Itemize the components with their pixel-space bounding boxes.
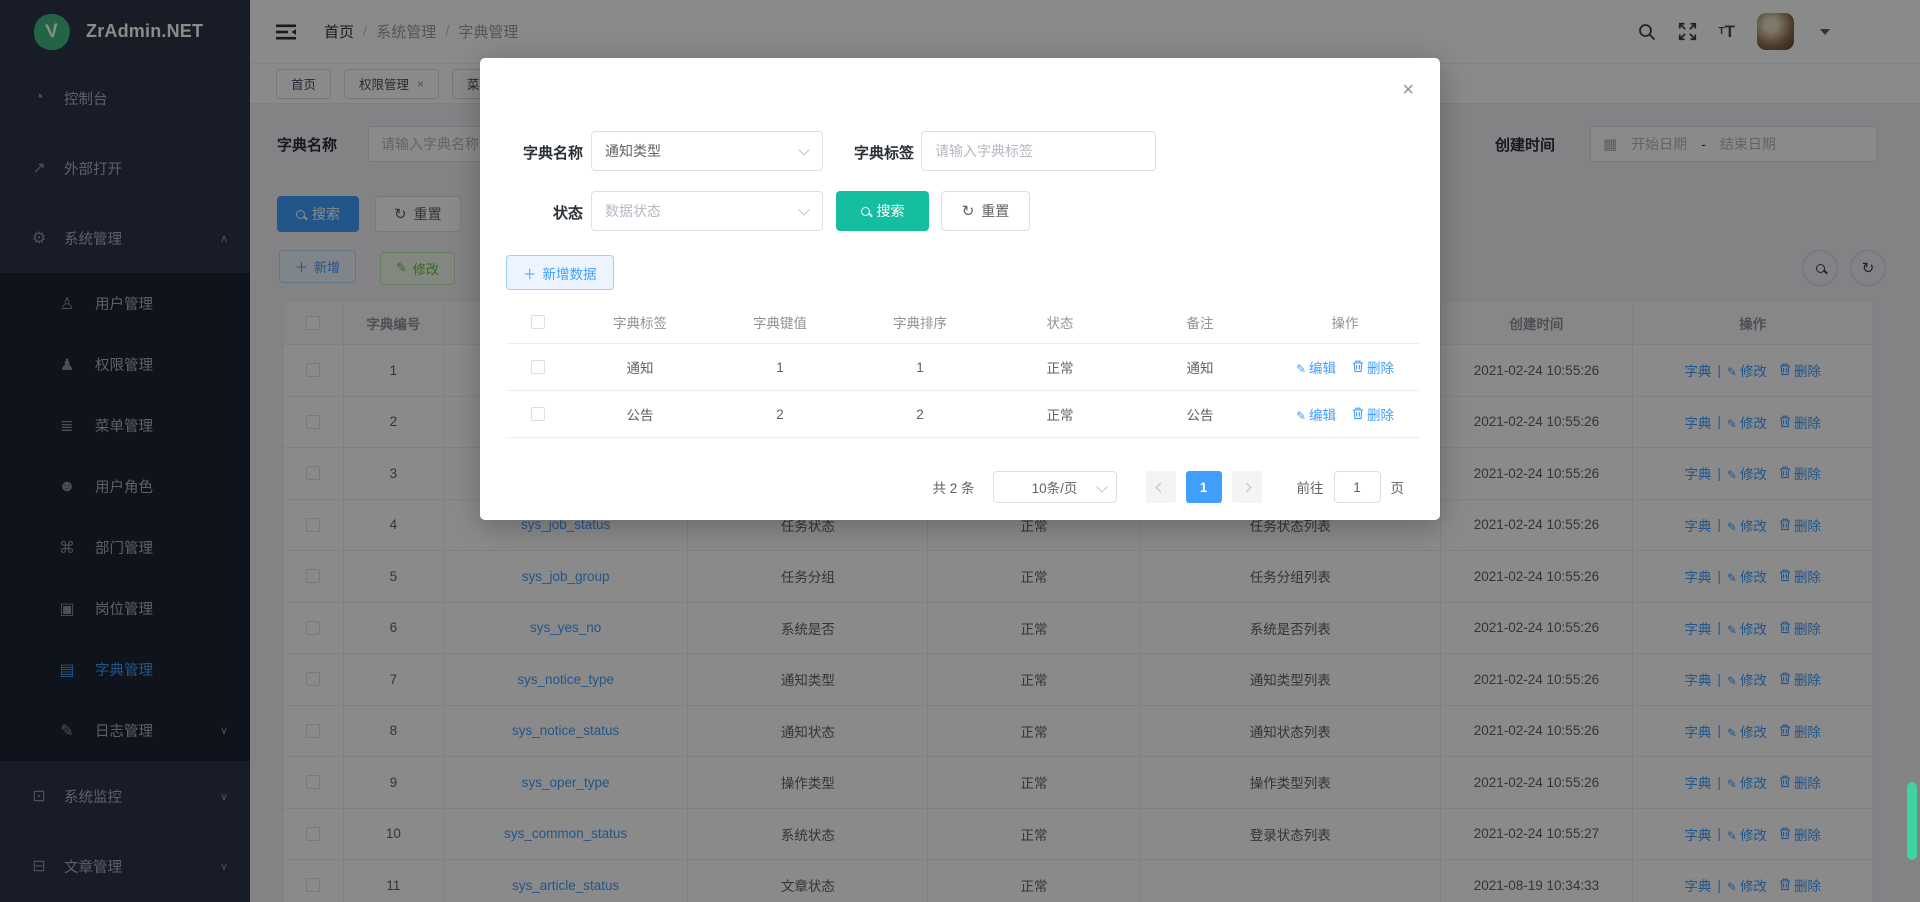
search-icon — [861, 207, 870, 216]
delete-link[interactable]: 删除 — [1352, 404, 1394, 424]
select-all-checkbox[interactable] — [531, 315, 545, 329]
dict-sort-cell: 1 — [850, 360, 990, 375]
row-checkbox[interactable] — [531, 407, 545, 421]
column-header: 字典排序 — [850, 312, 990, 332]
row-checkbox[interactable] — [531, 360, 545, 374]
dict-label-cell: 通知 — [570, 357, 710, 377]
scrollbar-thumb[interactable] — [1907, 782, 1917, 860]
pencil-icon: ✎ — [1296, 362, 1306, 376]
actions-cell: ✎编辑删除 — [1270, 404, 1420, 424]
prev-page-button[interactable] — [1146, 471, 1176, 503]
column-header: 备注 — [1130, 312, 1270, 332]
dict-value-cell: 1 — [710, 360, 850, 375]
chevron-down-icon — [798, 204, 809, 215]
pagination-total: 共 2 条 — [932, 477, 974, 497]
dict-value-cell: 2 — [710, 407, 850, 422]
next-page-button[interactable] — [1232, 471, 1262, 503]
delete-link[interactable]: 删除 — [1352, 357, 1394, 377]
dialog-pagination: 共 2 条 10条/页 1 前往 1 页 — [932, 471, 1404, 503]
dialog-status-label: 状态 — [497, 202, 583, 223]
goto-page-input[interactable]: 1 — [1334, 471, 1381, 503]
chevron-down-icon — [1096, 481, 1107, 492]
column-header: 操作 — [1270, 312, 1420, 332]
dialog-dict-label-label: 字典标签 — [828, 142, 914, 163]
dialog-reset-button[interactable]: ↻ 重置 — [941, 191, 1030, 231]
pencil-icon: ✎ — [1296, 409, 1306, 423]
chevron-left-icon — [1156, 482, 1166, 492]
edit-link[interactable]: ✎编辑 — [1296, 357, 1336, 377]
column-header: 状态 — [990, 312, 1130, 332]
dict-sort-cell: 2 — [850, 407, 990, 422]
dialog-dict-name-select[interactable]: 通知类型 — [591, 131, 823, 171]
page-size-select[interactable]: 10条/页 — [993, 471, 1117, 503]
chevron-right-icon — [1242, 482, 1252, 492]
dialog-table-row: 公告22正常公告✎编辑删除 — [506, 391, 1420, 438]
edit-link[interactable]: ✎编辑 — [1296, 404, 1336, 424]
chevron-down-icon — [798, 144, 809, 155]
status-cell: 正常 — [990, 357, 1130, 377]
page-unit-label: 页 — [1391, 477, 1405, 497]
current-page-button[interactable]: 1 — [1186, 471, 1222, 503]
dialog-dict-data-table: 字典标签字典键值字典排序状态备注操作通知11正常通知✎编辑删除公告22正常公告✎… — [506, 300, 1420, 438]
dialog-table-header-row: 字典标签字典键值字典排序状态备注操作 — [506, 300, 1420, 344]
dialog-dict-label-input[interactable]: 请输入字典标签 — [921, 131, 1156, 171]
dialog-status-select[interactable]: 数据状态 — [591, 191, 823, 231]
refresh-icon: ↻ — [962, 204, 975, 219]
dict-data-dialog: × 字典名称 通知类型 字典标签 请输入字典标签 状态 数据状态 搜索 ↻ 重置… — [480, 58, 1440, 520]
status-cell: 正常 — [990, 404, 1130, 424]
column-header: 字典标签 — [570, 312, 710, 332]
remark-cell: 公告 — [1130, 404, 1270, 424]
app-window: V ZrAdmin.NET ◔控制台↗外部打开⚙系统管理∧♙用户管理♟权限管理≣… — [0, 0, 1920, 902]
remark-cell: 通知 — [1130, 357, 1270, 377]
goto-label: 前往 — [1297, 477, 1324, 497]
close-icon[interactable]: × — [1402, 80, 1414, 100]
column-header: 字典键值 — [710, 312, 850, 332]
dialog-search-button[interactable]: 搜索 — [836, 191, 929, 231]
dialog-add-data-button[interactable]: ＋ 新增数据 — [506, 255, 614, 290]
dialog-dict-name-label: 字典名称 — [497, 142, 583, 163]
dict-label-cell: 公告 — [570, 404, 710, 424]
dialog-table-row: 通知11正常通知✎编辑删除 — [506, 344, 1420, 391]
actions-cell: ✎编辑删除 — [1270, 357, 1420, 377]
